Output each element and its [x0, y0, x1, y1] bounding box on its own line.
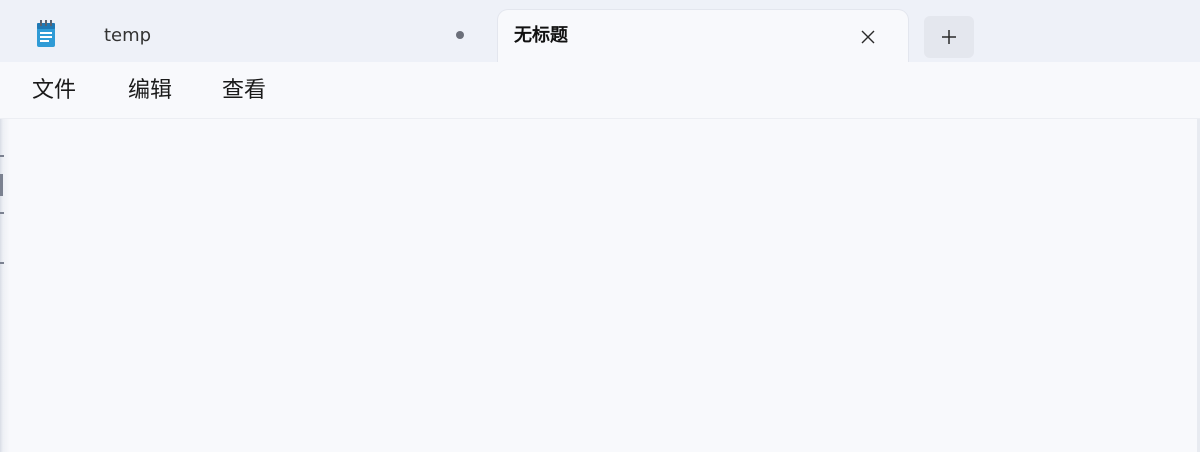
text-editor-area[interactable]: [10, 119, 1197, 452]
tab-temp[interactable]: temp: [72, 10, 490, 62]
menu-view[interactable]: 查看: [222, 76, 266, 106]
close-icon: [861, 30, 875, 44]
new-tab-button[interactable]: [924, 16, 974, 58]
tab-label: 无标题: [514, 25, 568, 46]
notepad-icon: [34, 19, 58, 49]
menu-file[interactable]: 文件: [32, 76, 76, 106]
close-tab-button[interactable]: [854, 23, 882, 51]
background-mark: [0, 212, 4, 214]
notepad-window: temp 无标题 文件 编辑 查看: [0, 0, 1200, 452]
menu-bar: 文件 编辑 查看: [0, 62, 1200, 119]
tab-label: temp: [104, 25, 152, 46]
tab-untitled[interactable]: 无标题: [498, 10, 908, 62]
tab-bar: temp 无标题: [0, 0, 1200, 62]
background-mark: [0, 174, 3, 196]
plus-icon: [942, 30, 956, 44]
menu-edit[interactable]: 编辑: [128, 76, 172, 106]
background-mark: [0, 262, 4, 264]
background-mark: [0, 155, 4, 157]
unsaved-dot-icon[interactable]: [456, 31, 464, 39]
